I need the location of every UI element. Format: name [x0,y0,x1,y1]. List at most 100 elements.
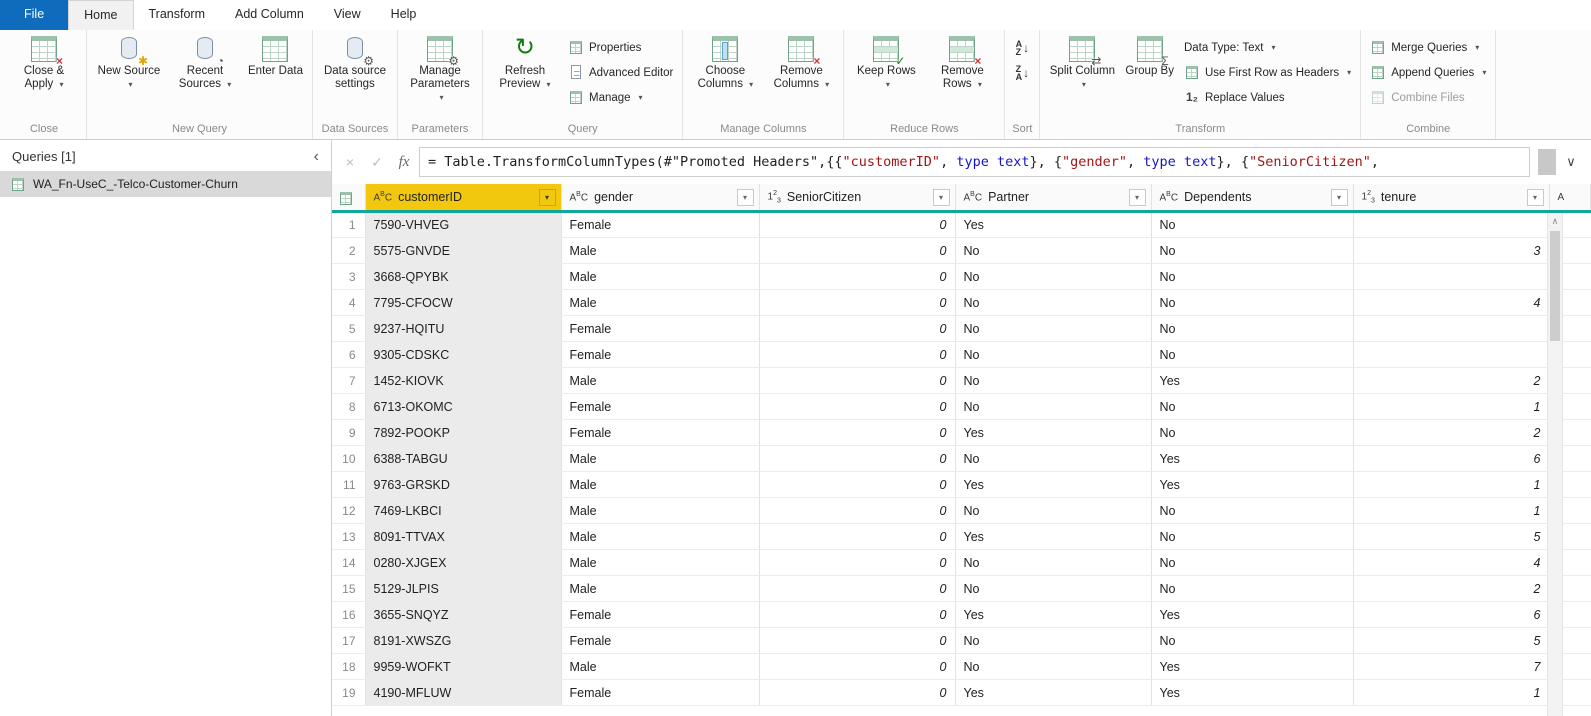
cell-partner[interactable]: No [955,394,1151,420]
cell-partner[interactable]: Yes [955,420,1151,446]
cell-tenure[interactable]: 1 [1353,472,1549,498]
cell-dependents[interactable]: No [1151,238,1353,264]
cell-seniorcitizen[interactable]: 0 [759,498,955,524]
cell-customerid[interactable]: 8191-XWSZG [365,628,561,654]
enter-data-button[interactable]: Enter Data [244,32,307,78]
cell-customerid[interactable]: 9959-WOFKT [365,654,561,680]
column-header-gender[interactable]: ABCgender▾ [561,184,759,212]
cell-dependents[interactable]: Yes [1151,654,1353,680]
cell-seniorcitizen[interactable]: 0 [759,290,955,316]
cell-partner[interactable]: No [955,576,1151,602]
cell-gender[interactable]: Female [561,680,759,706]
cell-tenure[interactable]: 1 [1353,680,1549,706]
select-all-cell[interactable] [332,184,365,212]
cell-customerid[interactable]: 8091-TTVAX [365,524,561,550]
menu-tab-view[interactable]: View [319,0,376,30]
cell-tenure[interactable]: 4 [1353,290,1549,316]
cell-seniorcitizen[interactable]: 0 [759,316,955,342]
cell-gender[interactable]: Male [561,654,759,680]
use-first-row-as-headers-button[interactable]: Use First Row as Headers▾ [1180,62,1355,83]
row-number[interactable]: 1 [332,212,365,238]
cell-tenure[interactable]: 4 [1353,550,1549,576]
column-header-partner[interactable]: ABCPartner▾ [955,184,1151,212]
cell-gender[interactable]: Female [561,394,759,420]
menu-tab-file[interactable]: File [0,0,68,30]
cell-partner[interactable]: No [955,290,1151,316]
advanced-editor-button[interactable]: Advanced Editor [564,62,677,83]
cell-gender[interactable]: Female [561,342,759,368]
cell-customerid[interactable]: 5129-JLPIS [365,576,561,602]
append-queries-button[interactable]: Append Queries▾ [1366,62,1490,83]
filter-button-dependents[interactable]: ▾ [1331,189,1348,206]
cell-gender[interactable]: Male [561,446,759,472]
cell-partner[interactable]: No [955,368,1151,394]
cell-seniorcitizen[interactable]: 0 [759,212,955,238]
cell-dependents[interactable]: No [1151,290,1353,316]
cell-customerid[interactable]: 7590-VHVEG [365,212,561,238]
cell-seniorcitizen[interactable]: 0 [759,576,955,602]
sort-ascending-icon-button[interactable]: AZ↓ [1010,37,1034,58]
cell-seniorcitizen[interactable]: 0 [759,394,955,420]
cell-tenure[interactable]: 2 [1353,368,1549,394]
cell-seniorcitizen[interactable]: 0 [759,264,955,290]
cell-customerid[interactable]: 7892-POOKP [365,420,561,446]
cell-seniorcitizen[interactable]: 0 [759,628,955,654]
filter-button-tenure[interactable]: ▾ [1527,189,1544,206]
row-number[interactable]: 8 [332,394,365,420]
row-number[interactable]: 5 [332,316,365,342]
cell-gender[interactable]: Female [561,628,759,654]
cell-dependents[interactable]: No [1151,264,1353,290]
cell-dependents[interactable]: No [1151,394,1353,420]
cell-dependents[interactable]: No [1151,316,1353,342]
cell-tenure[interactable] [1353,342,1549,368]
cell-gender[interactable]: Male [561,498,759,524]
row-number[interactable]: 16 [332,602,365,628]
cell-partner[interactable]: No [955,654,1151,680]
cell-seniorcitizen[interactable]: 0 [759,238,955,264]
cell-gender[interactable]: Female [561,212,759,238]
cell-partner[interactable]: Yes [955,472,1151,498]
row-number[interactable]: 3 [332,264,365,290]
cell-customerid[interactable]: 9763-GRSKD [365,472,561,498]
cell-partner[interactable]: No [955,264,1151,290]
vertical-scrollbar[interactable]: ∧ [1547,213,1563,716]
cell-customerid[interactable]: 7795-CFOCW [365,290,561,316]
cell-dependents[interactable]: Yes [1151,680,1353,706]
cell-dependents[interactable]: No [1151,498,1353,524]
cell-customerid[interactable]: 5575-GNVDE [365,238,561,264]
cell-seniorcitizen[interactable]: 0 [759,368,955,394]
refresh-preview-button[interactable]: ↻Refresh Preview ▾ [488,32,562,91]
cell-gender[interactable]: Male [561,238,759,264]
cell-seniorcitizen[interactable]: 0 [759,342,955,368]
cell-tenure[interactable] [1353,264,1549,290]
cell-tenure[interactable]: 5 [1353,628,1549,654]
cell-gender[interactable]: Female [561,316,759,342]
row-number[interactable]: 15 [332,576,365,602]
scroll-thumb[interactable] [1550,231,1560,341]
cell-gender[interactable]: Male [561,550,759,576]
cell-tenure[interactable]: 2 [1353,576,1549,602]
formula-cancel-button[interactable]: × [338,154,362,170]
formula-input[interactable]: = Table.TransformColumnTypes(#"Promoted … [419,147,1530,177]
replace-values-button[interactable]: 1₂Replace Values [1180,87,1355,108]
cell-customerid[interactable]: 9305-CDSKC [365,342,561,368]
choose-columns-button[interactable]: Choose Columns ▾ [688,32,762,91]
row-number[interactable]: 6 [332,342,365,368]
split-column-button[interactable]: ⇄Split Column ▾ [1045,32,1119,91]
cell-dependents[interactable]: Yes [1151,446,1353,472]
data-source-settings-button[interactable]: ⚙Data source settings [318,32,392,91]
cell-gender[interactable]: Male [561,368,759,394]
cell-dependents[interactable]: No [1151,628,1353,654]
filter-button-seniorcitizen[interactable]: ▾ [933,189,950,206]
cell-customerid[interactable]: 6713-OKOMC [365,394,561,420]
cell-partner[interactable]: Yes [955,212,1151,238]
cell-dependents[interactable]: Yes [1151,472,1353,498]
row-number[interactable]: 4 [332,290,365,316]
row-number[interactable]: 12 [332,498,365,524]
formula-confirm-button[interactable]: ✓ [365,154,389,171]
remove-rows-button[interactable]: ×Remove Rows ▾ [925,32,999,91]
cell-tenure[interactable] [1353,212,1549,238]
row-number[interactable]: 19 [332,680,365,706]
row-number[interactable]: 10 [332,446,365,472]
close-apply-button[interactable]: ×Close & Apply ▾ [7,32,81,91]
